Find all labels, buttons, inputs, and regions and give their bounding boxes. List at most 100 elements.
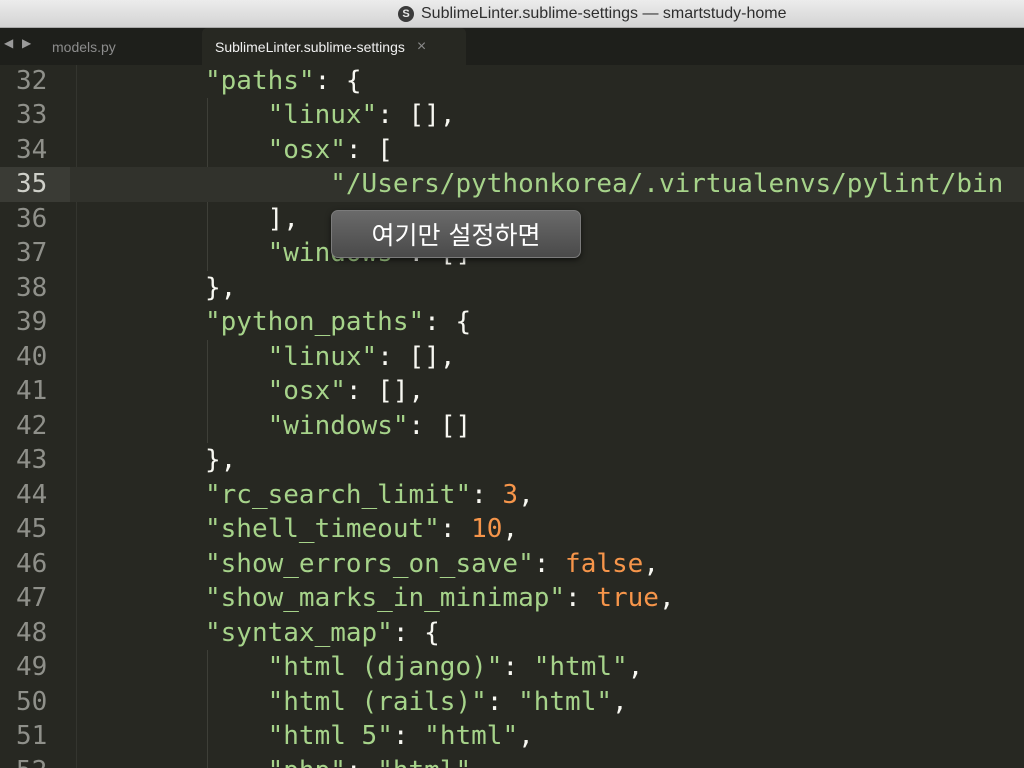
code-token: , <box>643 548 659 579</box>
line-number: 34 <box>16 134 48 165</box>
code-token: "shell_timeout" <box>205 514 440 544</box>
code-text: "linux": [], <box>205 340 456 375</box>
code-line[interactable]: 41 "osx": [], <box>0 374 1024 409</box>
code-line[interactable]: 33 "linux": [], <box>0 98 1024 133</box>
code-line[interactable]: 51 "html 5": "html", <box>0 719 1024 754</box>
code-token: 10 <box>471 514 503 544</box>
tab-models-py[interactable]: models.py <box>40 28 200 65</box>
tab-bar: ◀ ▶ models.py SublimeLinter.sublime-sett… <box>0 28 1024 65</box>
tab-sublimelinter-settings[interactable]: SublimeLinter.sublime-settings × <box>202 28 466 65</box>
code-token: "html" <box>533 652 628 682</box>
line-number: 38 <box>16 272 48 303</box>
code-line[interactable]: 35 "/Users/pythonkorea/.virtualenvs/pyli… <box>0 167 1024 202</box>
line-number: 49 <box>16 652 48 682</box>
code-line[interactable]: 42 "windows": [] <box>0 409 1024 444</box>
code-line[interactable]: 44 "rc_search_limit": 3, <box>0 478 1024 513</box>
code-token: }, <box>205 445 237 475</box>
code-token: , <box>518 479 534 510</box>
code-text: }, <box>205 443 236 478</box>
code-line[interactable]: 46 "show_errors_on_save": false, <box>0 547 1024 582</box>
code-token: "show_errors_on_save" <box>205 548 534 579</box>
code-line[interactable]: 52 "php": "html", <box>0 754 1024 768</box>
code-line[interactable]: 45 "shell_timeout": 10, <box>0 512 1024 547</box>
code-token: , <box>612 686 628 717</box>
code-line[interactable]: 39 "python_paths": { <box>0 305 1024 340</box>
code-line[interactable]: 34 "osx": [ <box>0 133 1024 168</box>
code-token: : <box>486 686 519 717</box>
code-token: "/Users/pythonkorea/.virtualenvs/pylint/… <box>330 169 1004 199</box>
code-line[interactable]: 48 "syntax_map": { <box>0 616 1024 651</box>
code-token: : <box>471 479 503 510</box>
line-number: 41 <box>16 376 48 406</box>
window-title-bar: S SublimeLinter.sublime-settings — smart… <box>0 0 1024 28</box>
code-token: : [] <box>408 410 472 441</box>
code-token: "paths" <box>205 65 315 96</box>
sublime-text-icon: S <box>398 6 414 22</box>
line-number: 42 <box>16 410 48 441</box>
code-token: : [], <box>377 341 456 372</box>
code-text: "show_marks_in_minimap": true, <box>205 581 675 616</box>
code-editor[interactable]: 32 "paths": {33 "linux": [], 34 "osx": [35… <box>0 65 1024 768</box>
code-token: "linux" <box>267 100 378 130</box>
code-token: , <box>518 721 534 751</box>
code-token: : { <box>424 307 472 337</box>
code-token: "html" <box>377 756 471 768</box>
code-line[interactable]: 49 "html (django)": "html", <box>0 650 1024 685</box>
code-token: "show_marks_in_minimap" <box>205 583 566 613</box>
code-text: "/Users/pythonkorea/.virtualenvs/pylint/… <box>205 167 1003 202</box>
code-token: "windows" <box>267 410 409 441</box>
code-token: ], <box>205 203 299 234</box>
line-number: 46 <box>16 548 48 579</box>
code-token: : <box>533 548 566 579</box>
tab-label: SublimeLinter.sublime-settings <box>215 38 405 55</box>
code-token: 3 <box>502 479 519 510</box>
code-text: "rc_search_limit": 3, <box>205 478 534 513</box>
annotation-callout: 여기만 설정하면 <box>331 210 581 258</box>
code-text: "html 5": "html", <box>205 719 534 754</box>
line-number: 39 <box>16 307 48 337</box>
line-number: 48 <box>16 617 48 648</box>
code-line[interactable]: 40 "linux": [], <box>0 340 1024 375</box>
code-line[interactable]: 43}, <box>0 443 1024 478</box>
code-token: "html" <box>424 721 519 751</box>
code-token: false <box>565 548 644 579</box>
code-token: : [], <box>377 100 456 130</box>
code-token: "osx" <box>267 376 346 406</box>
code-token: : <box>439 514 472 544</box>
nav-forward-icon[interactable]: ▶ <box>22 36 31 50</box>
code-token: : [ <box>345 134 393 165</box>
nav-back-icon[interactable]: ◀ <box>4 36 13 50</box>
code-token: , <box>658 583 675 613</box>
code-text: "osx": [], <box>205 374 425 409</box>
line-number: 43 <box>16 445 48 475</box>
code-line[interactable]: 50 "html (rails)": "html", <box>0 685 1024 720</box>
line-number: 51 <box>16 721 48 751</box>
code-text: "html (rails)": "html", <box>205 685 628 720</box>
code-text: "windows": [] <box>205 409 472 444</box>
code-text: }, <box>205 271 236 306</box>
code-token: : [], <box>345 376 425 406</box>
code-token: "python_paths" <box>205 307 425 337</box>
line-number: 47 <box>16 583 48 613</box>
window-title: S SublimeLinter.sublime-settings — smart… <box>398 4 786 24</box>
code-text: "linux": [], <box>205 98 456 133</box>
code-line[interactable]: 32 "paths": { <box>0 65 1024 98</box>
code-line[interactable]: 38}, <box>0 271 1024 306</box>
code-token: "html (rails)" <box>267 686 487 717</box>
code-token: : <box>346 756 377 768</box>
code-line[interactable]: 47 "show_marks_in_minimap": true, <box>0 581 1024 616</box>
code-token: , <box>502 514 519 544</box>
code-token: "rc_search_limit" <box>205 479 472 510</box>
line-number: 50 <box>16 686 48 717</box>
close-icon[interactable]: × <box>417 38 426 56</box>
code-token: "php" <box>268 756 346 768</box>
code-text: "syntax_map": { <box>205 616 440 651</box>
line-number: 40 <box>16 341 48 372</box>
code-text: "osx": [ <box>205 133 393 168</box>
code-text: "php": "html", <box>205 754 487 768</box>
